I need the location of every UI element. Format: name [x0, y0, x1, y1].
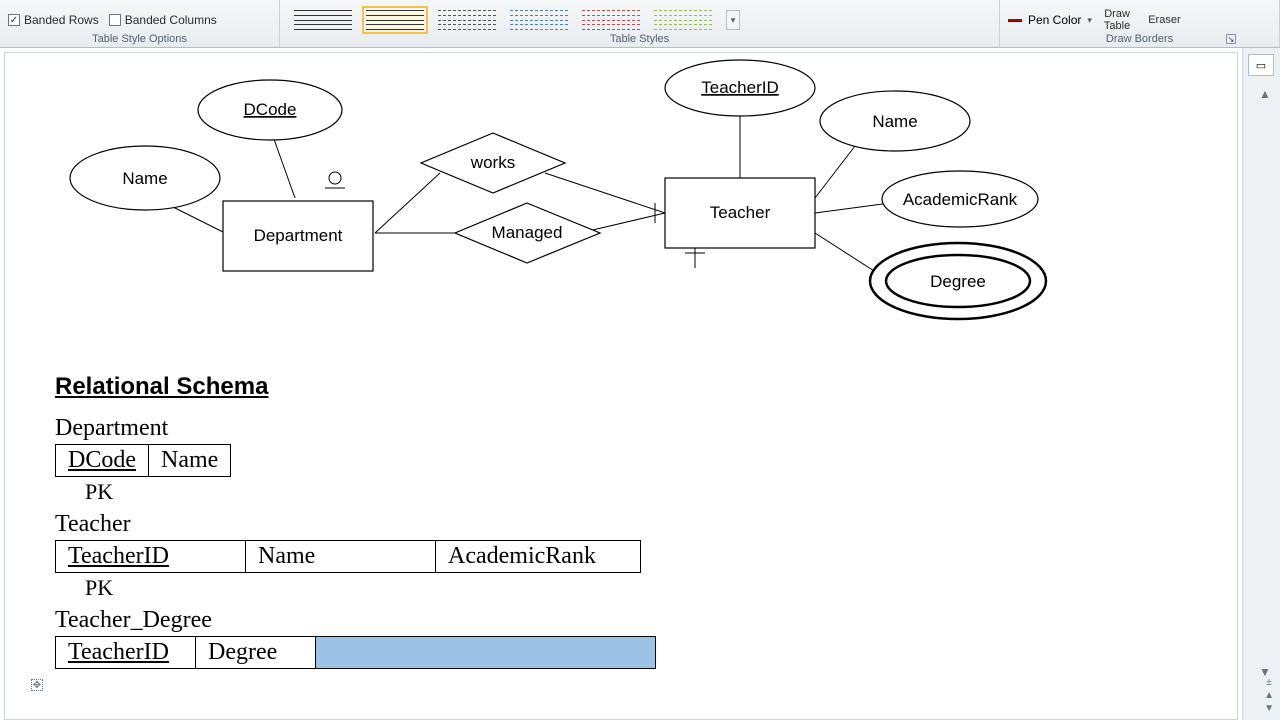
er-rel-managed: Managed	[492, 223, 563, 242]
table-move-handle-icon[interactable]: ✥	[31, 679, 43, 691]
pk-label: PK	[55, 575, 656, 601]
er-entity-department: Department	[254, 226, 343, 245]
draw-table-button[interactable]: DrawTable	[1098, 8, 1136, 32]
er-attr-academicrank: AcademicRank	[903, 190, 1018, 209]
table-style-thumb-selected[interactable]	[366, 10, 424, 30]
er-attr-dcode: DCode	[244, 100, 297, 119]
page-nav-icon[interactable]: ±▲▼	[1264, 677, 1274, 714]
er-attr-degree: Degree	[930, 272, 986, 291]
er-attr-name1: Name	[122, 169, 167, 188]
group-table-styles: ▾ Table Styles	[280, 0, 1000, 47]
pen-color-label: Pen Color	[1028, 13, 1081, 27]
label-banded-rows: Banded Rows	[24, 13, 99, 27]
col-dcode[interactable]: DCode	[56, 445, 149, 477]
group-label-styles: Table Styles	[288, 31, 991, 45]
vertical-scrollbar[interactable]: ▭ ▲ ▼ ±▲▼	[1242, 48, 1280, 720]
table-teacher[interactable]: TeacherID Name AcademicRank	[55, 540, 641, 573]
document-page: DCode Name Department works Managed Teac…	[4, 52, 1238, 720]
er-entity-teacher: Teacher	[710, 203, 771, 222]
group-table-style-options: ✓Banded Rows Banded Columns Table Style …	[0, 0, 280, 47]
scroll-up-icon[interactable]: ▲	[1256, 86, 1274, 102]
table-name-teacher: Teacher	[55, 511, 656, 538]
col-academicrank[interactable]: AcademicRank	[436, 541, 641, 573]
col-name[interactable]: Name	[149, 445, 231, 477]
checkbox-banded-columns[interactable]: Banded Columns	[109, 13, 217, 27]
table-style-thumb[interactable]	[582, 10, 640, 30]
eraser-button[interactable]: Eraser	[1142, 14, 1186, 26]
dialog-launcher-icon[interactable]: ↘	[1226, 34, 1236, 44]
group-draw-borders: Pen Color ▾ DrawTable Eraser Draw Border…	[1000, 0, 1280, 47]
label-banded-cols: Banded Columns	[125, 13, 217, 27]
schema-title: Relational Schema	[55, 373, 656, 401]
col-teacherid[interactable]: TeacherID	[56, 637, 196, 669]
table-name-department: Department	[55, 415, 656, 442]
col-degree[interactable]: Degree	[196, 637, 316, 669]
col-teacherid[interactable]: TeacherID	[56, 541, 246, 573]
style-gallery: ▾	[288, 9, 991, 31]
er-attr-teacherid: TeacherID	[701, 78, 778, 97]
gallery-more-button[interactable]: ▾	[726, 10, 740, 30]
selected-empty-cell[interactable]	[316, 637, 656, 669]
er-rel-works: works	[470, 153, 515, 172]
table-department[interactable]: DCode Name	[55, 444, 231, 477]
table-name-teacher-degree: Teacher_Degree	[55, 607, 656, 634]
table-style-thumb[interactable]	[438, 10, 496, 30]
table-style-thumb[interactable]	[510, 10, 568, 30]
col-name[interactable]: Name	[246, 541, 436, 573]
table-teacher-degree[interactable]: TeacherID Degree	[55, 636, 656, 669]
pk-label: PK	[55, 479, 656, 505]
er-diagram: DCode Name Department works Managed Teac…	[5, 53, 1235, 373]
checkbox-banded-rows[interactable]: ✓Banded Rows	[8, 13, 99, 27]
group-label-options: Table Style Options	[8, 31, 271, 45]
ruler-toggle-icon[interactable]: ▭	[1248, 54, 1274, 76]
table-style-thumb[interactable]	[654, 10, 712, 30]
ribbon: ✓Banded Rows Banded Columns Table Style …	[0, 0, 1280, 48]
table-style-thumb[interactable]	[294, 10, 352, 30]
pen-color-swatch-icon	[1008, 19, 1022, 22]
er-attr-name2: Name	[872, 112, 917, 131]
pen-color-dropdown[interactable]: ▾	[1087, 15, 1092, 26]
relational-schema-section: Relational Schema Department DCode Name …	[55, 373, 656, 669]
